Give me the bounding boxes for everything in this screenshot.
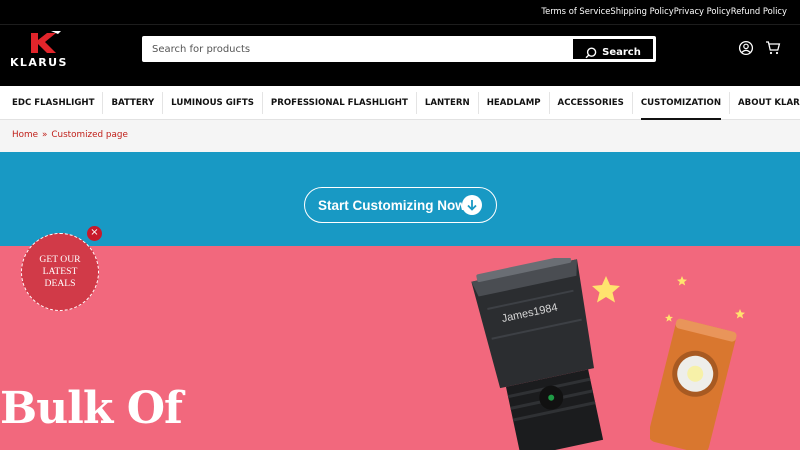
klarus-k-icon xyxy=(31,31,61,53)
nav-item-headlamp[interactable]: HEADLAMP xyxy=(479,92,550,114)
main-nav: EDC FLASHLIGHT BATTERY LUMINOUS GIFTS PR… xyxy=(0,86,800,120)
hero-banner: Bulk Of James1984 xyxy=(0,246,800,450)
search-icon xyxy=(585,46,597,58)
site-header: Terms of Service Shipping Policy Privacy… xyxy=(0,0,800,86)
start-customizing-label: Start Customizing Now xyxy=(318,197,466,213)
terms-of-service-link[interactable]: Terms of Service xyxy=(541,6,610,16)
orange-flashlight-image xyxy=(650,318,737,450)
nav-item-professional-flashlight[interactable]: PROFESSIONAL FLASHLIGHT xyxy=(263,92,417,114)
nav-item-label: ACCESSORIES xyxy=(557,98,624,108)
nav-item-luminous-gifts[interactable]: LUMINOUS GIFTS xyxy=(163,92,263,114)
breadcrumb-current: Customized page xyxy=(51,130,128,140)
nav-item-accessories[interactable]: ACCESSORIES xyxy=(550,92,633,114)
flashlight-image: James1984 xyxy=(471,258,604,450)
nav-item-label: CUSTOMIZATION xyxy=(640,98,722,108)
search-button[interactable]: Search xyxy=(572,38,654,60)
star-icon xyxy=(677,276,687,286)
nav-item-label: EDC FLASHLIGHT xyxy=(12,98,95,108)
search-button-label: Search xyxy=(602,47,641,58)
refund-policy-link[interactable]: Refund Policy xyxy=(731,6,787,16)
nav-item-label: PROFESSIONAL FLASHLIGHT xyxy=(270,98,408,108)
nav-item-about-klarus[interactable]: ABOUT KLARUS xyxy=(730,92,800,114)
nav-item-label: ABOUT KLARUS xyxy=(738,98,800,108)
latest-deals-badge[interactable]: GET OUR LATEST DEALS xyxy=(21,233,99,311)
breadcrumb-home-link[interactable]: Home xyxy=(12,130,38,140)
nav-item-lantern[interactable]: LANTERN xyxy=(417,92,479,114)
hero-title: Bulk Of xyxy=(0,383,183,434)
logo-wordmark: KLARUS xyxy=(10,56,68,69)
arrow-down-circle-icon xyxy=(462,195,482,215)
klarus-logo[interactable]: KLARUS xyxy=(10,30,78,70)
nav-item-label: HEADLAMP xyxy=(486,98,541,108)
breadcrumb-bar: Home » Customized page xyxy=(0,120,800,152)
breadcrumb-separator: » xyxy=(41,130,48,140)
nav-item-battery[interactable]: BATTERY xyxy=(103,92,164,114)
close-icon[interactable]: × xyxy=(87,226,102,241)
top-links: Terms of Service Shipping Policy Privacy… xyxy=(541,6,787,16)
nav-item-label: BATTERY xyxy=(111,98,155,108)
shipping-policy-link[interactable]: Shipping Policy xyxy=(610,6,673,16)
search-input[interactable] xyxy=(152,36,552,62)
nav-item-edc-flashlight[interactable]: EDC FLASHLIGHT xyxy=(4,92,104,114)
header-divider xyxy=(0,24,800,25)
deals-line-1: GET OUR xyxy=(39,254,81,265)
privacy-policy-link[interactable]: Privacy Policy xyxy=(674,6,731,16)
nav-item-label: LUMINOUS GIFTS xyxy=(171,98,254,108)
deals-line-3: DEALS xyxy=(44,278,76,289)
account-icon[interactable] xyxy=(738,40,754,56)
breadcrumb: Home » Customized page xyxy=(12,130,128,140)
deals-line-2: LATEST xyxy=(42,266,78,277)
nav-item-customization[interactable]: CUSTOMIZATION xyxy=(633,92,731,120)
search-bar: Search xyxy=(142,36,656,62)
start-customizing-button[interactable]: Start Customizing Now xyxy=(304,187,497,223)
cart-icon[interactable] xyxy=(765,40,781,56)
nav-item-label: LANTERN xyxy=(424,98,470,108)
